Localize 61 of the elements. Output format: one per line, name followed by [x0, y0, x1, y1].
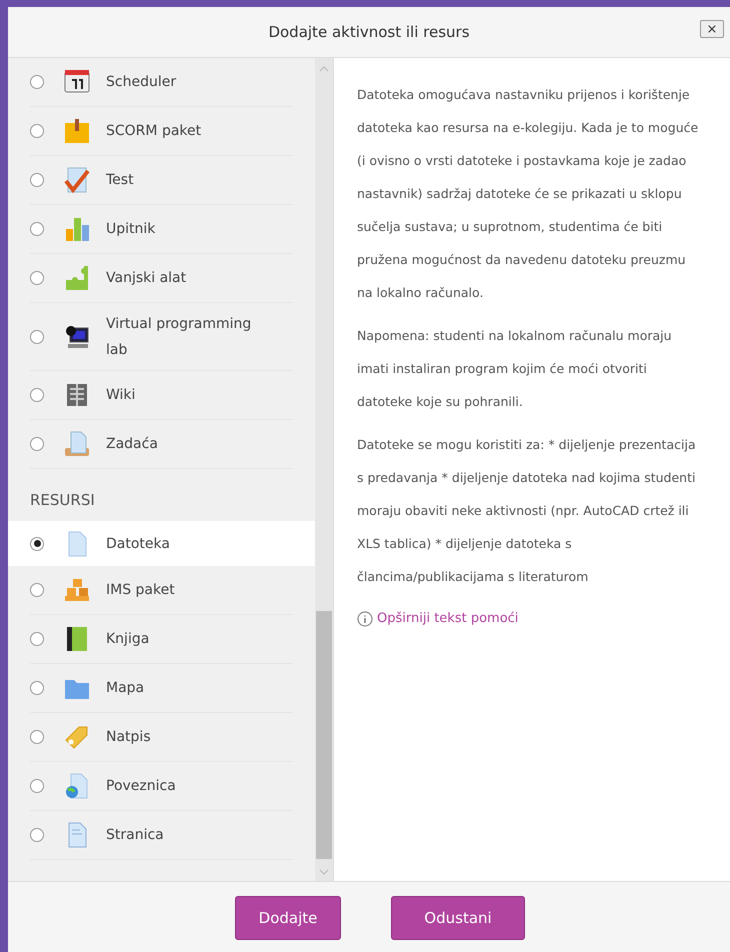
- list-item[interactable]: Virtual programming lab: [8, 303, 315, 371]
- checkmark-icon: [62, 165, 92, 195]
- radio-button[interactable]: [30, 124, 44, 138]
- list-item[interactable]: Datoteka: [8, 521, 315, 566]
- radio-button[interactable]: [30, 536, 44, 550]
- list-item[interactable]: IMS paket: [8, 566, 315, 615]
- item-label: SCORM paket: [106, 122, 202, 141]
- radio-button[interactable]: [30, 222, 44, 236]
- item-label: Mapa: [106, 679, 144, 698]
- list-item[interactable]: Stranica: [8, 811, 315, 860]
- cancel-button[interactable]: Odustani: [391, 896, 525, 940]
- radio-button[interactable]: [30, 730, 44, 744]
- list-item[interactable]: Poveznica: [8, 762, 315, 811]
- item-label: Datoteka: [106, 534, 170, 554]
- document-icon: [62, 429, 92, 459]
- radio-button[interactable]: [30, 330, 44, 344]
- item-label: IMS paket: [106, 581, 175, 600]
- scroll-up-icon[interactable]: [319, 66, 329, 72]
- item-label: Natpis: [106, 728, 151, 747]
- add-button[interactable]: Dodajte: [235, 896, 341, 940]
- radio-button[interactable]: [30, 583, 44, 597]
- item-label: Virtual programming lab: [106, 314, 252, 360]
- description-paragraph: Datoteke se mogu koristiti za: * dijeljenje prezentacija s predavanja * dijeljenje datoteka nad kojima studenti moraju obaviti neke aktivnosti (npr. AutoCAD crtež ili XLS tablica) * dijeljenje datoteka s člancima/publikacijama s literaturom: [357, 436, 697, 586]
- scroll-down-icon[interactable]: [319, 869, 329, 875]
- radio-button[interactable]: [30, 173, 44, 187]
- item-label: Stranica: [106, 826, 164, 845]
- close-button[interactable]: ×: [700, 20, 724, 38]
- radio-button[interactable]: [30, 437, 44, 451]
- list-item[interactable]: Zadaća: [8, 420, 315, 469]
- window-title: Dodajte aktivnost ili resurs: [268, 22, 470, 43]
- item-label: Test: [106, 171, 134, 190]
- package-icon: [62, 116, 92, 146]
- list-item[interactable]: Upitnik: [8, 205, 315, 254]
- item-label: Vanjski alat: [106, 269, 186, 288]
- radio-button[interactable]: [30, 388, 44, 402]
- list-item[interactable]: Vanjski alat: [8, 254, 315, 303]
- item-label: Poveznica: [106, 777, 176, 796]
- radio-button[interactable]: [30, 271, 44, 285]
- item-label: Knjiga: [106, 630, 150, 649]
- item-label: Upitnik: [106, 220, 156, 239]
- description-paragraph: Datoteka omogućava nastavniku prijenos i korištenje datoteka kao resursa na e-kolegiju. Kada je to moguće (i ovisno o vrsti datoteke i postavkama koje je zadao nastavnik) sadržaj datoteke će se prikazati u sklopu sučelja sustava; u suprotnom, studentima će biti pružena mogućnost da navedenu datoteku preuzmu na lokalno računalo.: [357, 86, 700, 302]
- section-heading: RESURSI: [29, 490, 96, 510]
- list-item[interactable]: Natpis: [8, 713, 315, 762]
- item-label: Zadaća: [106, 435, 158, 454]
- list-item[interactable]: Wiki: [8, 371, 315, 420]
- list-item[interactable]: Knjiga: [8, 615, 315, 664]
- item-label: Scheduler: [106, 73, 176, 92]
- radio-button[interactable]: [30, 75, 44, 89]
- list-item[interactable]: Test: [8, 156, 315, 205]
- info-icon: [357, 610, 373, 627]
- list-item[interactable]: Mapa: [8, 664, 315, 713]
- radio-button[interactable]: [30, 779, 44, 793]
- radio-button[interactable]: [30, 681, 44, 695]
- description-paragraph: Napomena: studenti na lokalnom računalu moraju imati instaliran program kojim će moći otvoriti datoteke koje su pohranili.: [357, 327, 673, 411]
- help-link[interactable]: Opširniji tekst pomoći: [357, 609, 700, 628]
- radio-button[interactable]: [30, 632, 44, 646]
- list-item[interactable]: Scheduler: [8, 58, 315, 107]
- scrollbar-thumb[interactable]: [316, 611, 332, 859]
- list-item[interactable]: SCORM paket: [8, 107, 315, 156]
- item-label: Wiki: [106, 386, 136, 405]
- radio-button[interactable]: [30, 828, 44, 842]
